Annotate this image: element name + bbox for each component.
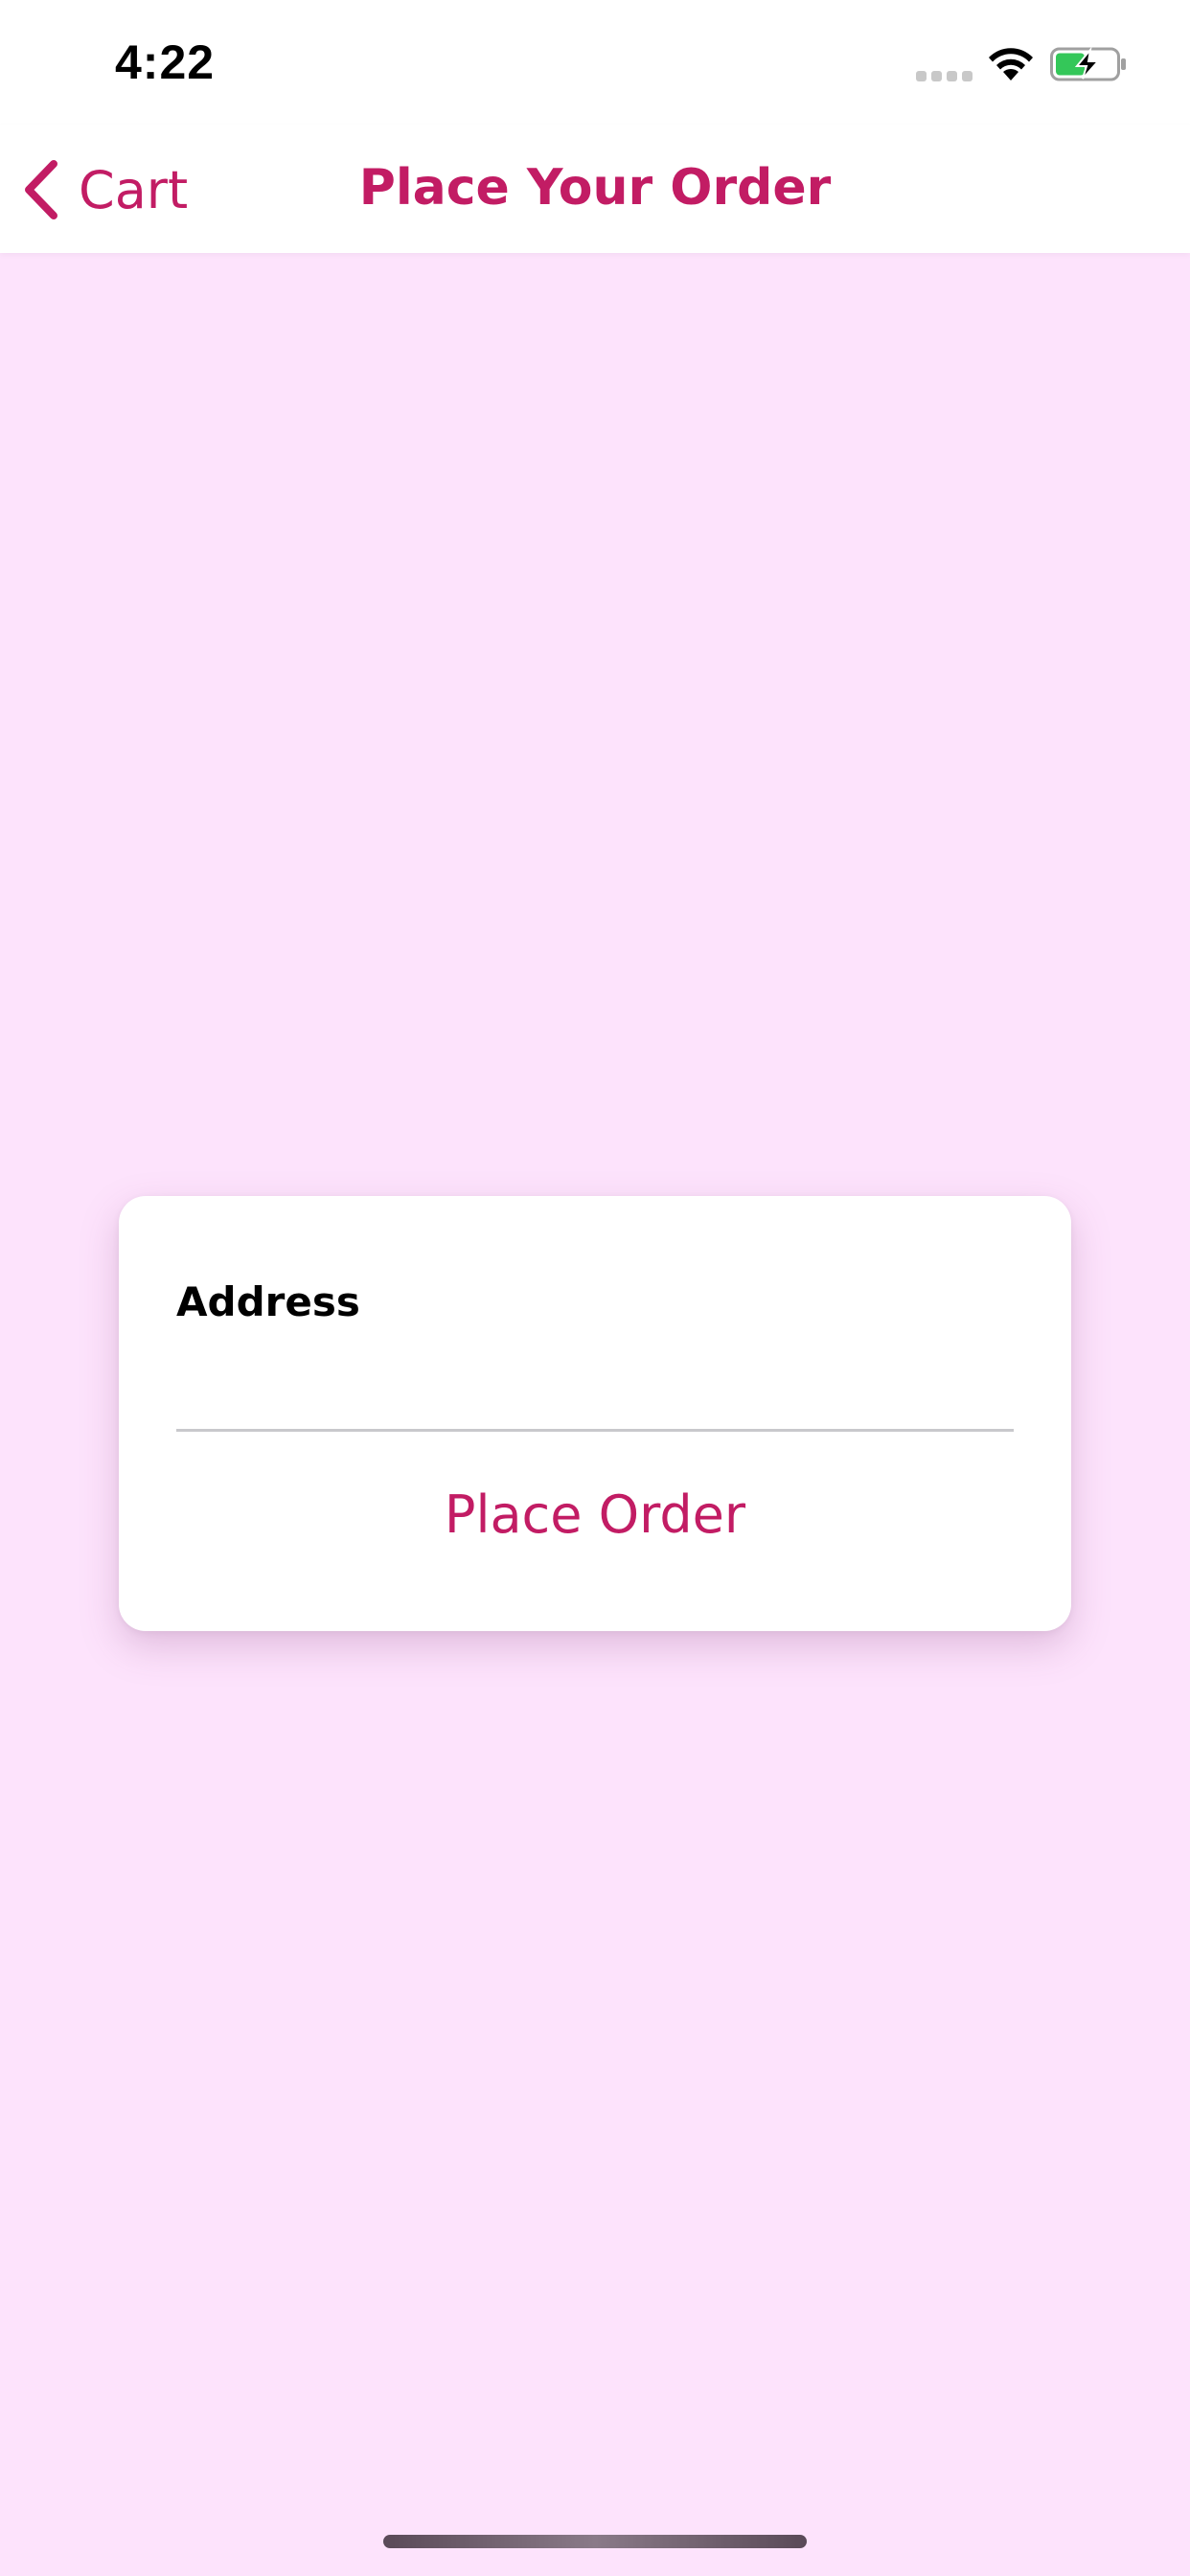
navigation-bar: Cart Place Your Order <box>0 125 1190 253</box>
status-time: 4:22 <box>115 35 216 89</box>
status-bar: 4:22 <box>0 0 1190 125</box>
page-title: Place Your Order <box>358 159 832 217</box>
wifi-icon <box>989 48 1033 80</box>
address-input[interactable] <box>176 1340 1014 1432</box>
battery-charging-icon <box>1050 46 1126 81</box>
signal-icon <box>916 71 973 82</box>
address-label: Address <box>176 1278 360 1325</box>
home-indicator[interactable] <box>383 2535 807 2548</box>
order-form-card: Address Place Order <box>119 1196 1071 1631</box>
place-order-button[interactable]: Place Order <box>176 1466 1014 1562</box>
